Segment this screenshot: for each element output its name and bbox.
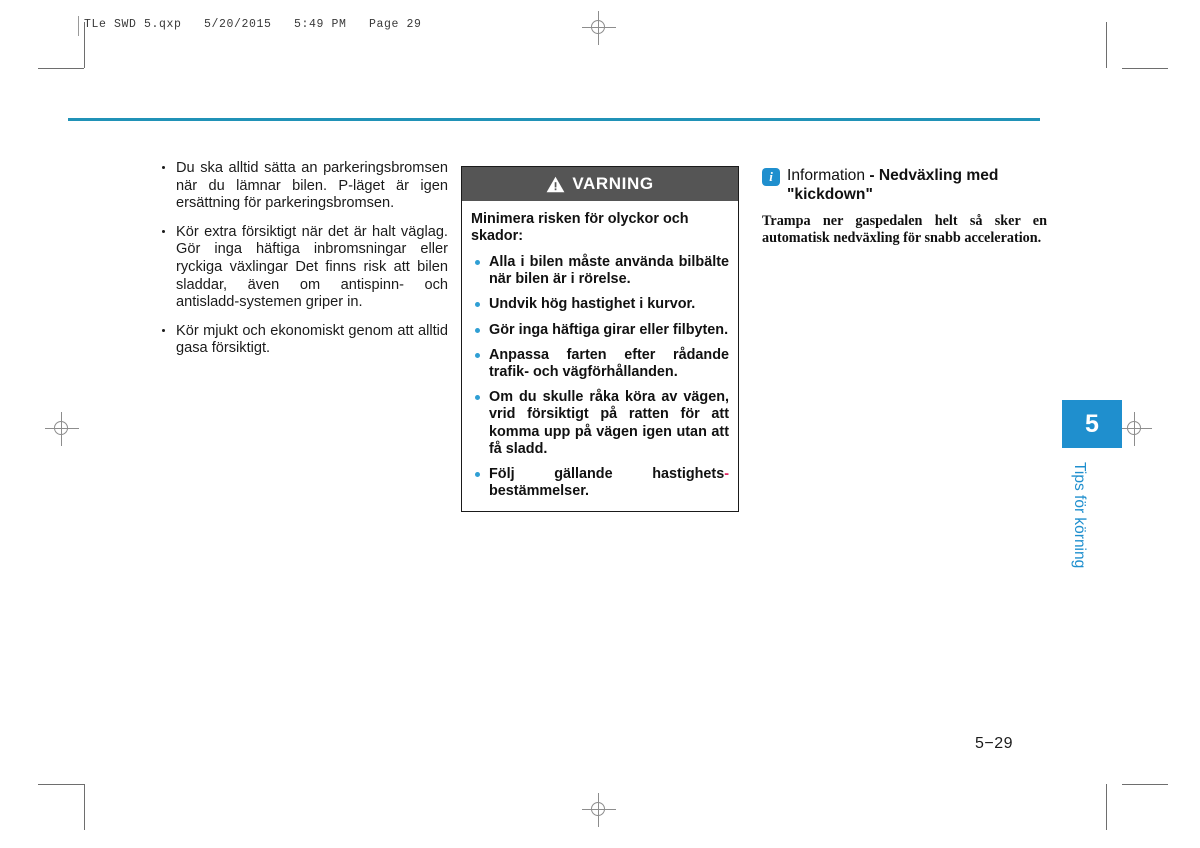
information-column: i Information - Nedväxling med "kickdown…: [762, 166, 1047, 248]
warning-triangle-icon: [546, 176, 565, 192]
warning-bullet-list: Alla i bilen måste använda bilbälte när …: [471, 254, 729, 500]
list-item-text: Kör mjukt och ekonomiskt genom att allti…: [176, 322, 448, 357]
chapter-tab: 5 Tips för körning: [1062, 400, 1122, 568]
list-item: Undvik hög hastighet i kurvor.: [471, 296, 729, 313]
registration-mark-ring: [591, 20, 605, 34]
warning-box-header: VARNING: [462, 167, 738, 201]
list-item-text: Om du skulle råka köra av vägen, vrid fö…: [489, 389, 729, 457]
chapter-number-badge: 5: [1062, 400, 1122, 448]
bullet-dot-icon: [475, 327, 480, 333]
crop-mark-bottom-right-h: [1122, 784, 1168, 785]
header-rule: [68, 118, 1040, 121]
crop-mark-top-right-h: [1122, 68, 1168, 69]
crop-mark-top-left-h: [38, 68, 84, 69]
registration-mark-ring: [1127, 421, 1141, 435]
information-title-regular: Information: [787, 167, 866, 184]
information-header: i Information - Nedväxling med "kickdown…: [762, 166, 1047, 204]
bullet-dot-icon: [475, 302, 480, 308]
list-item: Anpassa farten efter rådande trafik- och…: [471, 347, 729, 381]
registration-mark-bottom: [582, 793, 616, 827]
list-item: Kör extra försiktigt när det är halt väg…: [160, 224, 448, 312]
list-item: Följ gällande hastighets- bestämmelser.: [471, 466, 729, 500]
bullet-dot-icon: [162, 166, 166, 170]
list-item-text: Gör inga häftiga girar eller filbyten.: [489, 321, 729, 338]
warning-box: VARNING Minimera risken för olyckor och …: [461, 166, 739, 513]
warning-intro-text: Minimera risken för olyckor och skador:: [471, 211, 689, 244]
list-item-text-part1: Följ gällande hastighets: [489, 466, 725, 483]
registration-mark-ring: [54, 421, 68, 435]
registration-mark-ring: [591, 802, 605, 816]
list-item-text: Du ska alltid sätta an parkeringsbromsen…: [176, 160, 448, 212]
bullet-dot-icon: [475, 260, 480, 265]
list-item: Kör mjukt och ekonomiskt genom att allti…: [160, 323, 448, 358]
print-slug-header: TLe SWD 5.qxp 5/20/2015 5:49 PM Page 29: [84, 18, 422, 31]
bullet-dot-icon: [162, 328, 166, 333]
crop-mark-bottom-left-v: [84, 784, 85, 830]
list-item-text: Kör extra försiktigt när det är halt väg…: [176, 223, 448, 311]
warning-box-title: VARNING: [572, 174, 654, 193]
registration-mark-left: [45, 412, 79, 446]
bullet-dot-icon: [475, 352, 480, 358]
warning-box-column: VARNING Minimera risken för olyckor och …: [461, 166, 739, 513]
left-text-column: Du ska alltid sätta an parkeringsbromsen…: [160, 160, 448, 358]
list-item-text: Undvik hög hastighet i kurvor.: [489, 296, 696, 313]
list-item: Du ska alltid sätta an parkeringsbromsen…: [160, 160, 448, 213]
registration-mark-right: [1118, 412, 1152, 446]
crop-mark-bottom-right-v: [1106, 784, 1107, 830]
list-item: Gör inga häftiga girar eller filbyten.: [471, 322, 729, 339]
list-item-text: Alla i bilen måste använda bilbälte när …: [489, 254, 729, 288]
bullet-dot-icon: [475, 472, 480, 478]
information-title: Information - Nedväxling med "kickdown": [787, 166, 1047, 204]
page-number: 5−29: [975, 735, 1014, 752]
bullet-dot-icon: [162, 229, 166, 234]
crop-mark-bottom-left-h: [38, 784, 84, 785]
driving-tips-list: Du ska alltid sätta an parkeringsbromsen…: [160, 160, 448, 358]
info-i-icon: i: [762, 168, 780, 186]
registration-mark-top: [582, 11, 616, 45]
crop-mark-top-right-v: [1106, 22, 1107, 68]
line-break-hyphen: -: [724, 466, 729, 483]
list-item-text-part2: bestämmelser.: [489, 483, 589, 500]
list-item-text: Anpassa farten efter rådande trafik- och…: [489, 346, 729, 381]
list-item: Alla i bilen måste använda bilbälte när …: [471, 254, 729, 288]
list-item: Om du skulle råka köra av vägen, vrid fö…: [471, 389, 729, 458]
chapter-tab-label: Tips för körning: [1071, 462, 1088, 569]
warning-box-body: Minimera risken för olyckor och skador: …: [462, 201, 738, 511]
print-header-divider: [78, 16, 79, 36]
information-body-text: Trampa ner gaspedalen helt så sker en au…: [762, 213, 1047, 247]
bullet-dot-icon: [475, 395, 480, 401]
